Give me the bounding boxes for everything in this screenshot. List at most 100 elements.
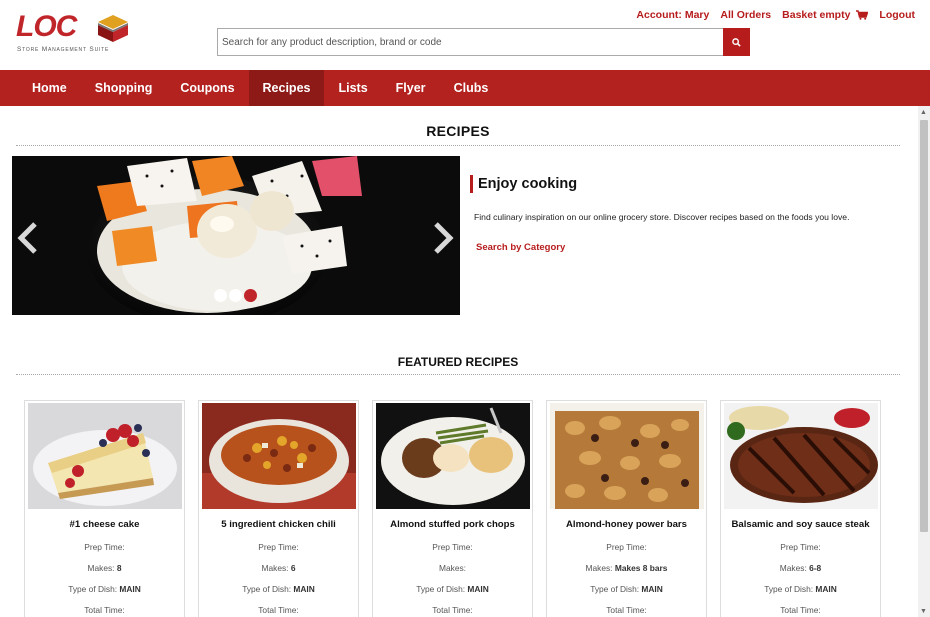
recipe-title[interactable]: 5 ingredient chicken chili [199, 519, 358, 530]
type-of-dish: Type of Dish: MAIN [547, 584, 706, 594]
nav-lists[interactable]: Lists [324, 70, 381, 106]
makes: Makes: 8 [25, 563, 184, 573]
page-title: RECIPES [426, 123, 490, 139]
total-label: Total Time: [780, 605, 821, 615]
search-bar [217, 28, 750, 56]
recipe-card[interactable]: 5 ingredient chicken chili Prep Time: Ma… [198, 400, 359, 617]
scroll-up-icon[interactable]: ▲ [920, 109, 927, 117]
intro-heading: Enjoy cooking [470, 175, 577, 193]
type-of-dish: Type of Dish: MAIN [721, 584, 880, 594]
nav-flyer[interactable]: Flyer [382, 70, 440, 106]
recipe-carousel[interactable] [12, 156, 460, 315]
search-input[interactable] [217, 28, 723, 56]
total-time: Total Time: [373, 605, 532, 615]
type-label: Type of Dish: [590, 584, 640, 594]
nav-shopping[interactable]: Shopping [81, 70, 167, 106]
makes-value: 6-8 [809, 563, 822, 573]
type-label: Type of Dish: [68, 584, 118, 594]
prep-label: Prep Time: [432, 542, 473, 552]
recipe-image[interactable] [376, 403, 530, 509]
page-scrollbar[interactable]: ▲ ▼ [918, 106, 930, 617]
recipe-card[interactable]: Almond-honey power bars Prep Time: Makes… [546, 400, 707, 617]
featured-title: FEATURED RECIPES [397, 355, 519, 369]
recipe-card[interactable]: Balsamic and soy sauce steak Prep Time: … [720, 400, 881, 617]
featured-cards: #1 cheese cake Prep Time: Makes: 8 Type … [24, 400, 881, 617]
top-links: Account: Mary All Orders Basket empty Lo… [636, 9, 915, 21]
basket-label: Basket empty [782, 9, 851, 21]
recipe-image[interactable] [28, 403, 182, 509]
divider [16, 145, 900, 146]
recipe-image[interactable] [202, 403, 356, 509]
makes-label: Makes: [585, 563, 613, 573]
makes-value: 8 [116, 563, 122, 573]
prep-label: Prep Time: [84, 542, 125, 552]
total-time: Total Time: [25, 605, 184, 615]
type-value: MAIN [641, 584, 663, 594]
makes-label: Makes: [439, 563, 466, 573]
type-value: MAIN [119, 584, 141, 594]
total-time: Total Time: [199, 605, 358, 615]
header: LOC Store Management Suite Account: Mary… [0, 0, 930, 70]
prep-label: Prep Time: [258, 542, 299, 552]
logo[interactable]: LOC Store Management Suite [16, 12, 132, 58]
search-by-category-link[interactable]: Search by Category [476, 242, 565, 253]
recipe-image[interactable] [550, 403, 704, 509]
makes: Makes: 6-8 [721, 563, 880, 573]
recipe-card[interactable]: #1 cheese cake Prep Time: Makes: 8 Type … [24, 400, 185, 617]
logout-link[interactable]: Logout [879, 9, 915, 21]
makes: Makes: 6 [199, 563, 358, 573]
carousel-dot[interactable] [229, 289, 242, 302]
makes: Makes: Makes 8 bars [547, 563, 706, 573]
prep-time: Prep Time: [547, 542, 706, 552]
search-icon [732, 37, 741, 47]
prep-time: Prep Time: [721, 542, 880, 552]
recipe-card[interactable]: Almond stuffed pork chops Prep Time: Mak… [372, 400, 533, 617]
makes-value: Makes 8 bars [614, 563, 668, 573]
prep-label: Prep Time: [606, 542, 647, 552]
type-of-dish: Type of Dish: MAIN [199, 584, 358, 594]
nav-home[interactable]: Home [18, 70, 81, 106]
total-label: Total Time: [84, 605, 125, 615]
all-orders-link[interactable]: All Orders [720, 9, 771, 21]
carousel-next-icon[interactable] [432, 222, 454, 261]
logo-subtitle: Store Management Suite [17, 46, 110, 53]
makes-label: Makes: [261, 563, 289, 573]
recipe-image[interactable] [724, 403, 878, 509]
carousel-dot-active[interactable] [244, 289, 257, 302]
total-time: Total Time: [721, 605, 880, 615]
carousel-dot[interactable] [214, 289, 227, 302]
total-time: Total Time: [547, 605, 706, 615]
type-value: MAIN [293, 584, 315, 594]
recipe-title[interactable]: Almond-honey power bars [547, 519, 706, 530]
prep-label: Prep Time: [780, 542, 821, 552]
carousel-dots [214, 289, 257, 302]
makes-value: 6 [290, 563, 296, 573]
makes: Makes: [373, 563, 532, 573]
recipe-title[interactable]: #1 cheese cake [25, 519, 184, 530]
carousel-prev-icon[interactable] [17, 222, 39, 261]
type-label: Type of Dish: [764, 584, 814, 594]
logo-cube-icon [98, 15, 128, 42]
nav-recipes[interactable]: Recipes [248, 70, 325, 106]
logo-text: LOC [16, 10, 77, 43]
account-link[interactable]: Account: Mary [636, 9, 709, 21]
prep-time: Prep Time: [373, 542, 532, 552]
makes-label: Makes: [779, 563, 807, 573]
main-nav: Home Shopping Coupons Recipes Lists Flye… [0, 70, 930, 106]
type-value: MAIN [467, 584, 489, 594]
scroll-down-icon[interactable]: ▼ [920, 608, 927, 616]
recipe-title[interactable]: Balsamic and soy sauce steak [721, 519, 880, 530]
divider [16, 374, 900, 375]
total-label: Total Time: [258, 605, 299, 615]
scroll-thumb[interactable] [920, 120, 928, 532]
prep-time: Prep Time: [199, 542, 358, 552]
nav-coupons[interactable]: Coupons [166, 70, 248, 106]
type-label: Type of Dish: [416, 584, 466, 594]
recipe-title[interactable]: Almond stuffed pork chops [373, 519, 532, 530]
total-label: Total Time: [606, 605, 647, 615]
makes-label: Makes: [87, 563, 115, 573]
type-label: Type of Dish: [242, 584, 292, 594]
search-button[interactable] [723, 28, 750, 56]
basket-link[interactable]: Basket empty [782, 9, 869, 21]
nav-clubs[interactable]: Clubs [440, 70, 503, 106]
